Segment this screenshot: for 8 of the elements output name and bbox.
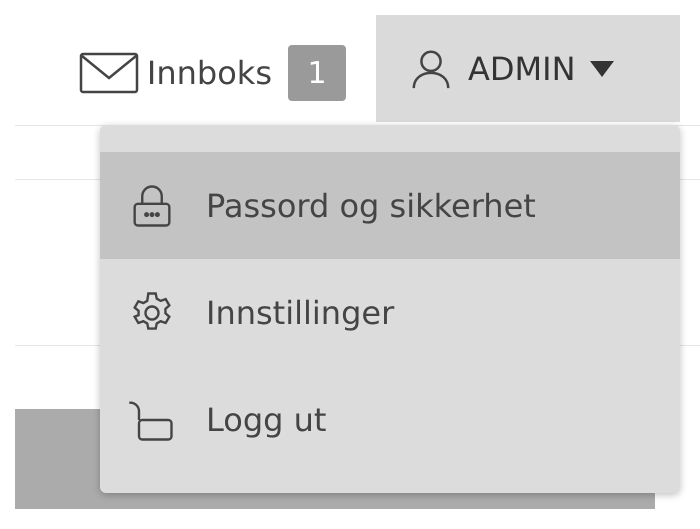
- menu-item[interactable]: Innstillinger: [100, 259, 680, 366]
- menu-item[interactable]: Passord og sikkerhet: [100, 152, 680, 259]
- unread-count: 1: [288, 45, 346, 101]
- menu-item[interactable]: Logg ut: [100, 366, 680, 473]
- caret-icon: [590, 60, 614, 76]
- user-menu-button[interactable]: ADMIN: [376, 15, 680, 122]
- inbox-link[interactable]: Innboks: [146, 49, 272, 97]
- envelope-icon[interactable]: [78, 52, 139, 94]
